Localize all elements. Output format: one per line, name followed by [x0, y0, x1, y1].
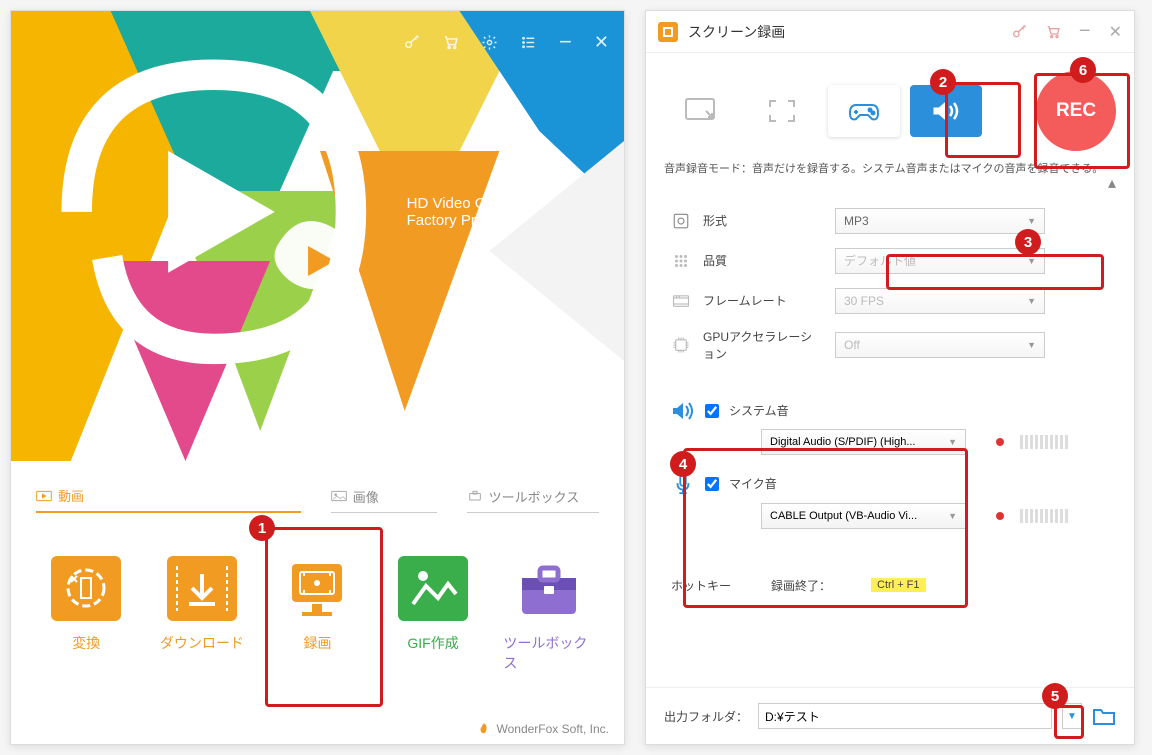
- format-icon: [671, 211, 691, 231]
- close-icon[interactable]: ✕: [594, 32, 609, 53]
- mode-game-button[interactable]: [828, 85, 900, 137]
- level-meter: [1020, 509, 1068, 523]
- quality-icon: [671, 251, 691, 271]
- quality-label: 品質: [703, 252, 823, 269]
- gpu-label: GPUアクセラレーション: [703, 328, 823, 362]
- hotkey-value: Ctrl + F1: [871, 578, 925, 592]
- system-audio-label: システム音: [729, 402, 789, 419]
- gpu-icon: [671, 335, 691, 355]
- audio-sources: システム音 Digital Audio (S/PDIF) (High...▼ マ…: [646, 391, 1134, 567]
- minimize-icon[interactable]: −: [1079, 20, 1091, 43]
- card-toolbox[interactable]: ツールボックス: [498, 538, 599, 688]
- main-window-controls: − ✕: [403, 29, 609, 55]
- feature-cards: 変換 ダウンロード 録画 GIF作成 ツールボックス: [11, 513, 624, 713]
- category-tabs: 動画 画像 ツールボックス: [11, 486, 624, 513]
- mic-audio-checkbox[interactable]: [705, 477, 719, 491]
- hero-banner: HD Video Converter Factory Pro − ✕: [11, 11, 624, 461]
- hotkey-row: ホットキー 録画終了： Ctrl + F1: [646, 567, 1134, 604]
- main-window: HD Video Converter Factory Pro − ✕ 動画 画像…: [10, 10, 625, 745]
- fps-select: 30 FPS▼: [835, 288, 1045, 314]
- recorder-title-bar: スクリーン録画 − ✕: [646, 11, 1134, 53]
- key-icon[interactable]: [1011, 24, 1027, 40]
- settings-block: 形式 MP3▼ 品質 デフォルト値▼ フレームレート 30 FPS▼ GPUアク…: [646, 193, 1134, 391]
- collapse-arrow-icon[interactable]: ▴: [646, 173, 1134, 193]
- mic-audio-label: マイク音: [729, 475, 777, 492]
- mic-audio-select[interactable]: CABLE Output (VB-Audio Vi...▼: [761, 503, 966, 529]
- level-meter: [1020, 435, 1068, 449]
- close-icon[interactable]: ✕: [1109, 22, 1122, 42]
- tab-tools[interactable]: ツールボックス: [467, 486, 599, 513]
- system-audio-checkbox[interactable]: [705, 404, 719, 418]
- card-gif[interactable]: GIF作成: [383, 538, 484, 688]
- tab-video[interactable]: 動画: [36, 486, 301, 513]
- rec-button[interactable]: REC: [1036, 71, 1116, 151]
- badge-6: 6: [1070, 57, 1096, 83]
- gear-icon[interactable]: [481, 34, 498, 51]
- recorder-title: スクリーン録画: [688, 22, 785, 42]
- folder-icon[interactable]: [1092, 706, 1116, 726]
- title-bar: HD Video Converter Factory Pro: [31, 29, 557, 395]
- tab-image[interactable]: 画像: [331, 486, 437, 513]
- key-icon[interactable]: [403, 34, 420, 51]
- level-indicator-icon: [996, 512, 1004, 520]
- card-convert[interactable]: 変換: [36, 538, 137, 688]
- app-title: HD Video Converter Factory Pro: [407, 195, 557, 229]
- output-dropdown-button[interactable]: ▼: [1062, 703, 1082, 729]
- mode-row: REC: [646, 53, 1134, 161]
- badge-5: 5: [1042, 683, 1068, 709]
- level-indicator-icon: [996, 438, 1004, 446]
- mode-region-button[interactable]: [664, 85, 736, 137]
- card-record[interactable]: 録画: [267, 538, 368, 688]
- fps-icon: [671, 291, 691, 311]
- fps-label: フレームレート: [703, 292, 823, 309]
- app-logo-icon: [31, 29, 397, 395]
- speaker-icon: [671, 401, 695, 421]
- badge-4: 4: [670, 451, 696, 477]
- cart-icon[interactable]: [1045, 24, 1061, 40]
- badge-2: 2: [930, 69, 956, 95]
- hotkey-label: ホットキー: [671, 577, 731, 594]
- quality-select: デフォルト値▼: [835, 248, 1045, 274]
- wondferfox-icon: [477, 722, 491, 736]
- recorder-window: スクリーン録画 − ✕ REC 2 6 音声録音モード：音声だけを録音する。シス…: [645, 10, 1135, 745]
- menu-icon[interactable]: [520, 34, 537, 51]
- format-select[interactable]: MP3▼: [835, 208, 1045, 234]
- cart-icon[interactable]: [442, 34, 459, 51]
- minimize-icon[interactable]: −: [559, 29, 572, 55]
- system-audio-select[interactable]: Digital Audio (S/PDIF) (High...▼: [761, 429, 966, 455]
- format-label: 形式: [703, 212, 823, 229]
- hotkey-end-label: 録画終了：: [771, 577, 831, 594]
- recorder-logo-icon: [658, 22, 678, 42]
- card-download[interactable]: ダウンロード: [152, 538, 253, 688]
- output-path-input[interactable]: [758, 703, 1052, 729]
- output-label: 出力フォルダ：: [664, 708, 748, 725]
- badge-3: 3: [1015, 229, 1041, 255]
- mode-fullscreen-button[interactable]: [746, 85, 818, 137]
- footer: WonderFox Soft, Inc.: [11, 714, 624, 744]
- badge-1: 1: [249, 515, 275, 541]
- gpu-select: Off▼: [835, 332, 1045, 358]
